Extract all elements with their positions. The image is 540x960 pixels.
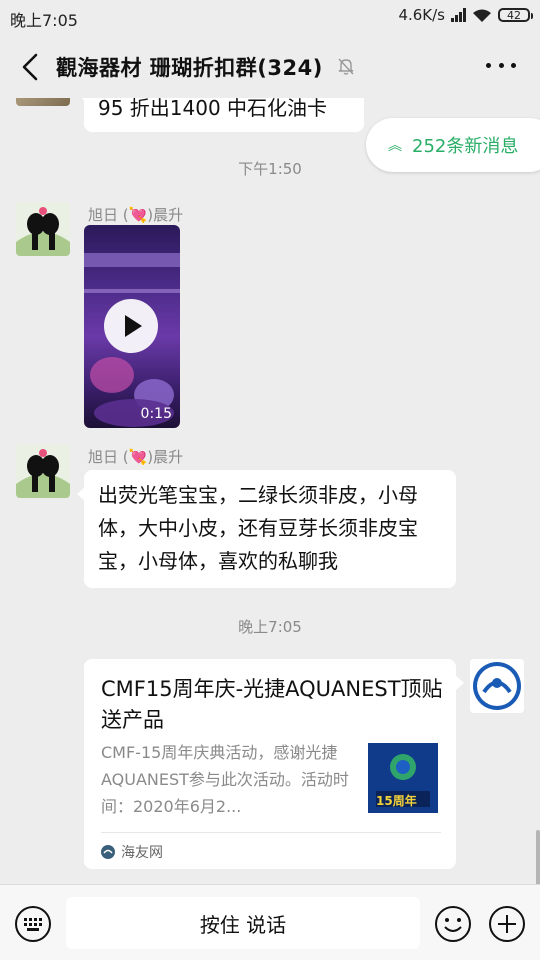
status-bar: 晚上7:05 4.6K/s 42 (0, 0, 540, 34)
card-divider (101, 832, 441, 833)
double-chevron-up-icon: ︽ (388, 138, 402, 154)
chat-message-list[interactable]: 95 折出1400 中石化油卡 ︽ 252条新消息 下午1:50 旭日 (💘)晨… (0, 98, 540, 884)
link-card[interactable]: CMF15周年庆-光捷AQUANEST顶贴送产品 CMF-15周年庆典活动，感谢… (84, 659, 456, 869)
source-logo-icon (101, 845, 115, 859)
sender-name: 旭日 (💘)晨升 (88, 448, 184, 466)
avatar[interactable] (470, 659, 524, 713)
video-duration: 0:15 (140, 406, 172, 422)
status-time: 晚上7:05 (10, 11, 78, 30)
card-thumbnail: 15周年 (368, 743, 438, 813)
message-timestamp: 下午1:50 (238, 160, 302, 178)
hold-to-talk-label: 按住 说话 (199, 912, 287, 937)
message-bubble[interactable]: 95 折出1400 中石化油卡 (77, 98, 364, 132)
back-arrow-icon[interactable] (16, 50, 46, 84)
avatar-image (470, 659, 524, 713)
more-options-button[interactable] (486, 55, 516, 75)
message-text: 出荧光笔宝宝，二绿长须非皮，小母体，大中小皮，还有豆芽长须非皮宝宝，小母体，喜欢… (98, 483, 418, 573)
hold-to-talk-button[interactable]: 按住 说话 (66, 897, 420, 949)
signal-icon (451, 8, 466, 22)
keyboard-icon[interactable] (14, 905, 52, 943)
emoji-icon[interactable] (434, 905, 472, 943)
network-speed: 4.6K/s (398, 6, 445, 24)
message-timestamp: 晚上7:05 (238, 618, 302, 636)
input-bar: 按住 说话 (0, 884, 540, 960)
wifi-icon (473, 9, 491, 22)
message-bubble[interactable]: 出荧光笔宝宝，二绿长须非皮，小母体，大中小皮，还有豆芽长须非皮宝宝，小母体，喜欢… (77, 470, 456, 588)
avatar-image (16, 444, 70, 498)
chat-title: 觀海器材 珊瑚折扣群(324) (56, 56, 323, 80)
play-icon[interactable] (104, 299, 158, 353)
battery-level: 42 (507, 8, 521, 22)
avatar-image (16, 202, 70, 256)
sender-name: 旭日 (💘)晨升 (88, 206, 184, 224)
mute-bell-icon (338, 58, 354, 75)
bubble-tail (456, 676, 464, 690)
card-source: 海友网 (101, 842, 163, 862)
new-messages-label: 252条新消息 (412, 136, 519, 157)
avatar[interactable] (16, 202, 70, 256)
video-message[interactable]: 0:15 (84, 225, 180, 428)
card-description: CMF-15周年庆典活动，感谢光捷AQUANEST参与此次活动。活动时间：202… (101, 743, 349, 816)
card-source-name: 海友网 (121, 845, 163, 861)
add-icon[interactable] (488, 905, 526, 943)
battery-icon: 42 (498, 8, 533, 22)
message-text: 95 折出1400 中石化油卡 (98, 98, 328, 120)
chat-header: 觀海器材 珊瑚折扣群(324) (0, 34, 540, 98)
card-title: CMF15周年庆-光捷AQUANEST顶贴送产品 (101, 677, 443, 732)
avatar[interactable] (16, 444, 70, 498)
card-thumbnail-label: 15周年 (376, 794, 417, 808)
status-right: 4.6K/s 42 (398, 6, 533, 24)
avatar[interactable] (16, 98, 70, 106)
scrollbar[interactable] (536, 830, 540, 884)
